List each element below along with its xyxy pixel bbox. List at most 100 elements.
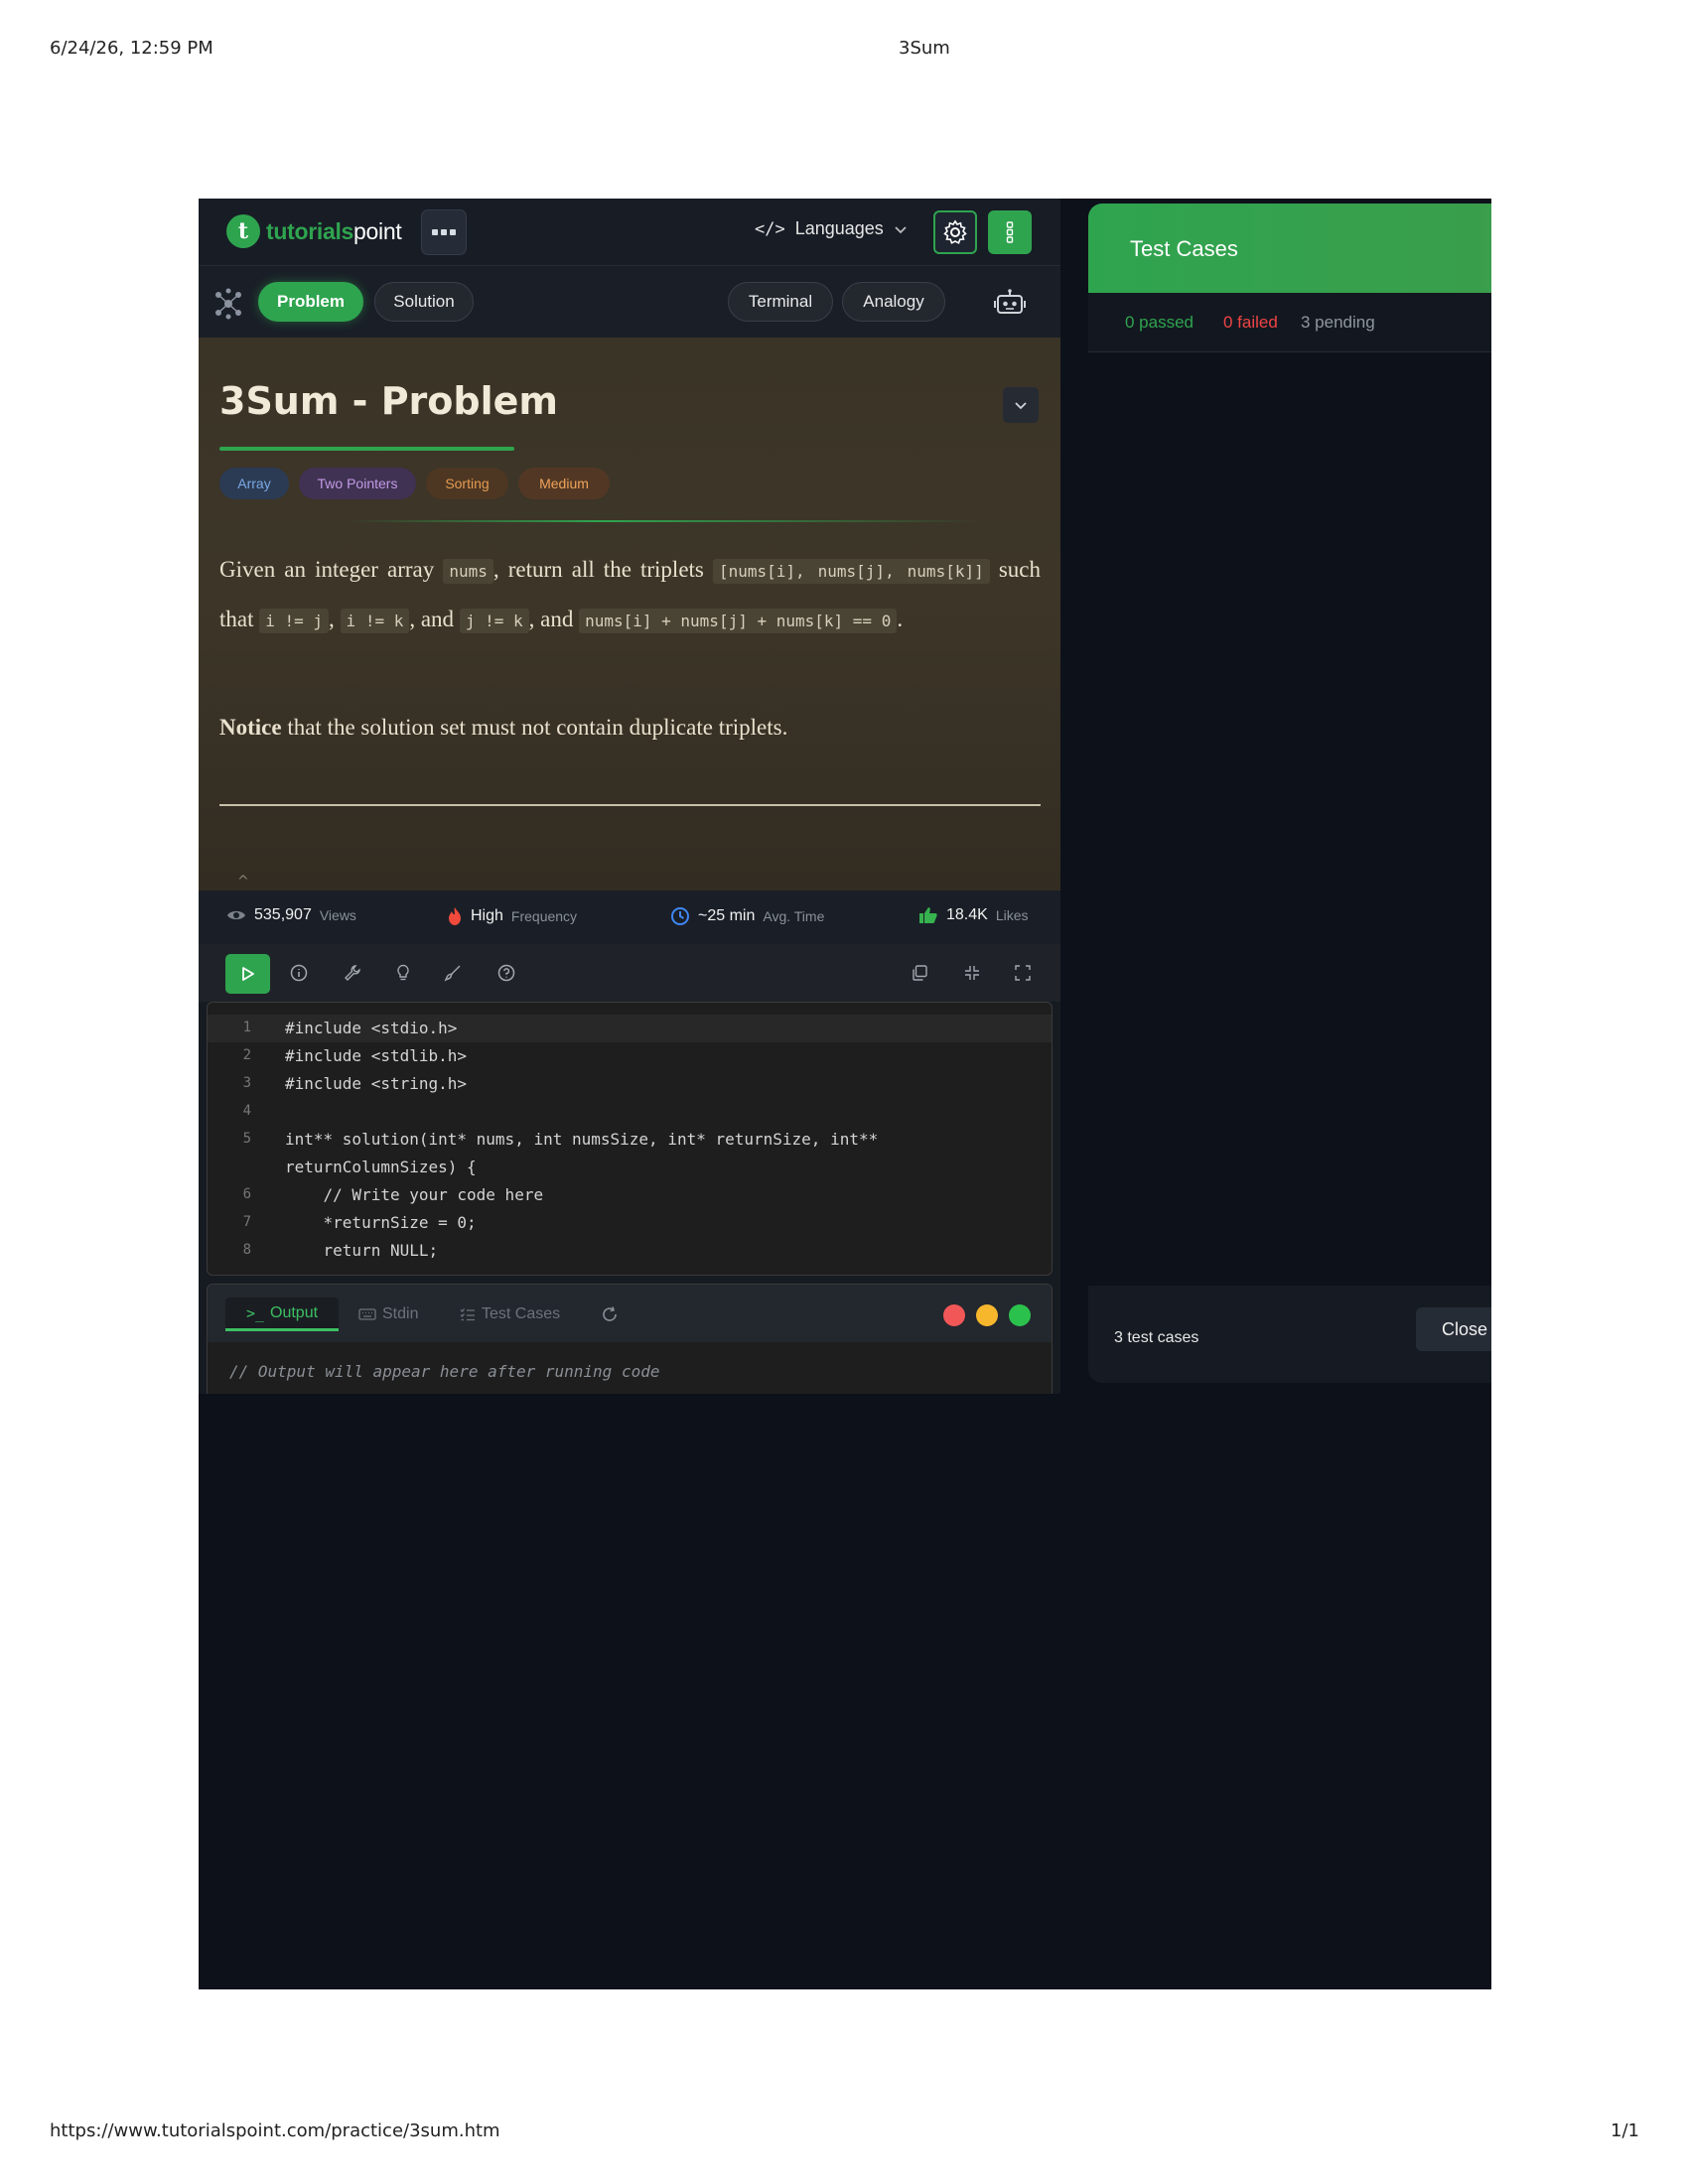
tab-output[interactable]: >_ Output <box>225 1297 339 1331</box>
menu-dot-icon <box>450 229 456 235</box>
help-icon[interactable] <box>497 964 515 982</box>
stat-views: 535,907 Views <box>226 906 356 924</box>
print-url: https://www.tutorialspoint.com/practice/… <box>50 2120 500 2141</box>
inline-code: nums <box>443 559 493 584</box>
test-cases-footer: 3 test cases Close <box>1088 1286 1491 1383</box>
tag-sorting[interactable]: Sorting <box>426 468 508 499</box>
problem-notice: Notice that the solution set must not co… <box>219 715 788 740</box>
test-cases-header: Test Cases <box>1088 204 1491 293</box>
tag-array[interactable]: Array <box>219 468 289 499</box>
list-check-icon <box>460 1308 475 1321</box>
settings-button[interactable] <box>933 210 977 254</box>
run-button[interactable] <box>225 954 270 994</box>
code-icon: </> <box>755 218 785 239</box>
tab-stdin[interactable]: Stdin <box>358 1297 418 1331</box>
section-divider <box>348 520 983 522</box>
network-nodes-icon[interactable] <box>212 288 244 320</box>
stat-frequency: High Frequency <box>447 906 577 926</box>
passed-count: 0 passed <box>1125 313 1194 332</box>
stat-likes: 18.4K Likes <box>918 906 1029 924</box>
inline-code: i != k <box>340 609 410 633</box>
code-line[interactable]: returnColumnSizes) { <box>208 1154 1052 1181</box>
keyboard-icon <box>358 1308 376 1320</box>
brush-icon[interactable] <box>444 964 462 982</box>
tab-solution[interactable]: Solution <box>374 282 474 322</box>
collapse-button[interactable] <box>1003 387 1039 423</box>
code-line[interactable]: 7 *returnSize = 0; <box>208 1209 1052 1237</box>
output-tabbar: >_ Output Stdin Test Cases <box>208 1285 1052 1342</box>
print-page-number: 1/1 <box>1611 2120 1639 2141</box>
problem-stats-bar: 535,907 Views High Frequency ~25 min Avg. T… <box>199 890 1060 944</box>
chevron-down-icon <box>1015 402 1027 410</box>
thumbs-up-icon <box>919 907 937 923</box>
code-editor[interactable]: 1 #include <stdio.h> 2 #include <stdlib.h>… <box>207 1002 1053 1276</box>
info-icon[interactable] <box>290 964 308 982</box>
window-maximize-dot[interactable] <box>1009 1304 1031 1326</box>
tab-problem[interactable]: Problem <box>258 282 363 322</box>
terminal-prompt-icon: >_ <box>245 1303 265 1322</box>
lightbulb-icon[interactable] <box>394 964 412 982</box>
clock-icon <box>671 907 689 925</box>
close-button[interactable]: Close <box>1416 1307 1491 1351</box>
tab-analogy[interactable]: Analogy <box>842 282 945 322</box>
tag-medium[interactable]: Medium <box>518 468 610 499</box>
robot-assistant-icon[interactable] <box>993 288 1027 318</box>
print-title: 3Sum <box>899 38 950 59</box>
problem-description-panel: 3Sum - Problem Array Two Pointers Sortin… <box>199 338 1060 890</box>
problem-title: 3Sum - Problem <box>219 379 558 423</box>
tab-terminal[interactable]: Terminal <box>728 282 833 322</box>
languages-label: Languages <box>794 218 884 238</box>
problem-statement: Given an integer array nums, return all … <box>219 557 1041 633</box>
code-line[interactable]: 2 #include <stdlib.h> <box>208 1042 1052 1070</box>
left-panel: t tutorialspoint </> Languages Problem S… <box>199 199 1060 1394</box>
resize-handle-icon[interactable]: ^ <box>237 874 249 889</box>
menu-dot-icon <box>441 229 447 235</box>
vertical-dots-icon <box>1006 221 1014 243</box>
refresh-button[interactable] <box>601 1297 619 1331</box>
logo-text: tutorialspoint <box>266 217 402 244</box>
output-panel: >_ Output Stdin Test Cases // Output wil… <box>207 1284 1053 1394</box>
wrench-icon[interactable] <box>344 964 361 982</box>
test-cases-count: 3 test cases <box>1114 1329 1199 1346</box>
code-line[interactable]: 6 // Write your code here <box>208 1181 1052 1209</box>
window-minimize-dot[interactable] <box>976 1304 998 1326</box>
window-close-dot[interactable] <box>943 1304 965 1326</box>
inline-code: j != k <box>459 609 529 633</box>
more-options-button[interactable] <box>988 210 1032 254</box>
refresh-icon <box>603 1306 617 1321</box>
code-line[interactable]: 3 #include <string.h> <box>208 1070 1052 1098</box>
tag-two-pointers[interactable]: Two Pointers <box>299 468 416 499</box>
output-placeholder: // Output will appear here after running… <box>229 1362 660 1381</box>
top-navbar: t tutorialspoint </> Languages <box>199 199 1060 266</box>
languages-dropdown[interactable]: </> Languages <box>755 218 908 239</box>
title-underline <box>219 447 514 451</box>
print-date: 6/24/26, 12:59 PM <box>50 38 213 59</box>
tutorialspoint-logo[interactable]: t tutorialspoint <box>226 214 402 248</box>
fullscreen-icon[interactable] <box>1014 964 1032 982</box>
copy-icon[interactable] <box>911 964 928 982</box>
code-line[interactable]: 8 return NULL; <box>208 1237 1052 1265</box>
failed-count: 0 failed <box>1223 313 1278 332</box>
code-line[interactable]: 4 <box>208 1098 1052 1126</box>
fire-icon <box>449 907 461 925</box>
chevron-down-icon <box>895 225 907 233</box>
code-line[interactable]: 1 #include <stdio.h> <box>208 1015 1052 1042</box>
inline-code: i != j <box>259 609 330 633</box>
eye-icon <box>227 910 245 920</box>
stat-avg-time: ~25 min Avg. Time <box>670 906 824 926</box>
logo-mark-icon: t <box>226 214 260 248</box>
menu-dot-icon <box>432 229 438 235</box>
inline-code: [nums[i], nums[j], nums[k]] <box>712 559 990 584</box>
inline-code: nums[i] + nums[j] + nums[k] == 0 <box>579 609 898 633</box>
test-cases-panel: Test Cases 0 passed 0 failed 3 pending 3… <box>1088 204 1491 1383</box>
app-window: t tutorialspoint </> Languages Problem S… <box>199 199 1491 1989</box>
pending-count: 3 pending <box>1301 313 1375 332</box>
editor-toolbar <box>199 944 1060 1002</box>
tab-test-cases[interactable]: Test Cases <box>460 1297 560 1331</box>
test-cases-summary: 0 passed 0 failed 3 pending <box>1088 293 1491 352</box>
minimize-icon[interactable] <box>963 964 981 982</box>
menu-button[interactable] <box>421 209 467 255</box>
problem-tabbar: Problem Solution Terminal Analogy <box>199 266 1060 338</box>
code-line[interactable]: 5 int** solution(int* nums, int numsSize,… <box>208 1126 1052 1154</box>
gear-icon <box>943 219 967 244</box>
